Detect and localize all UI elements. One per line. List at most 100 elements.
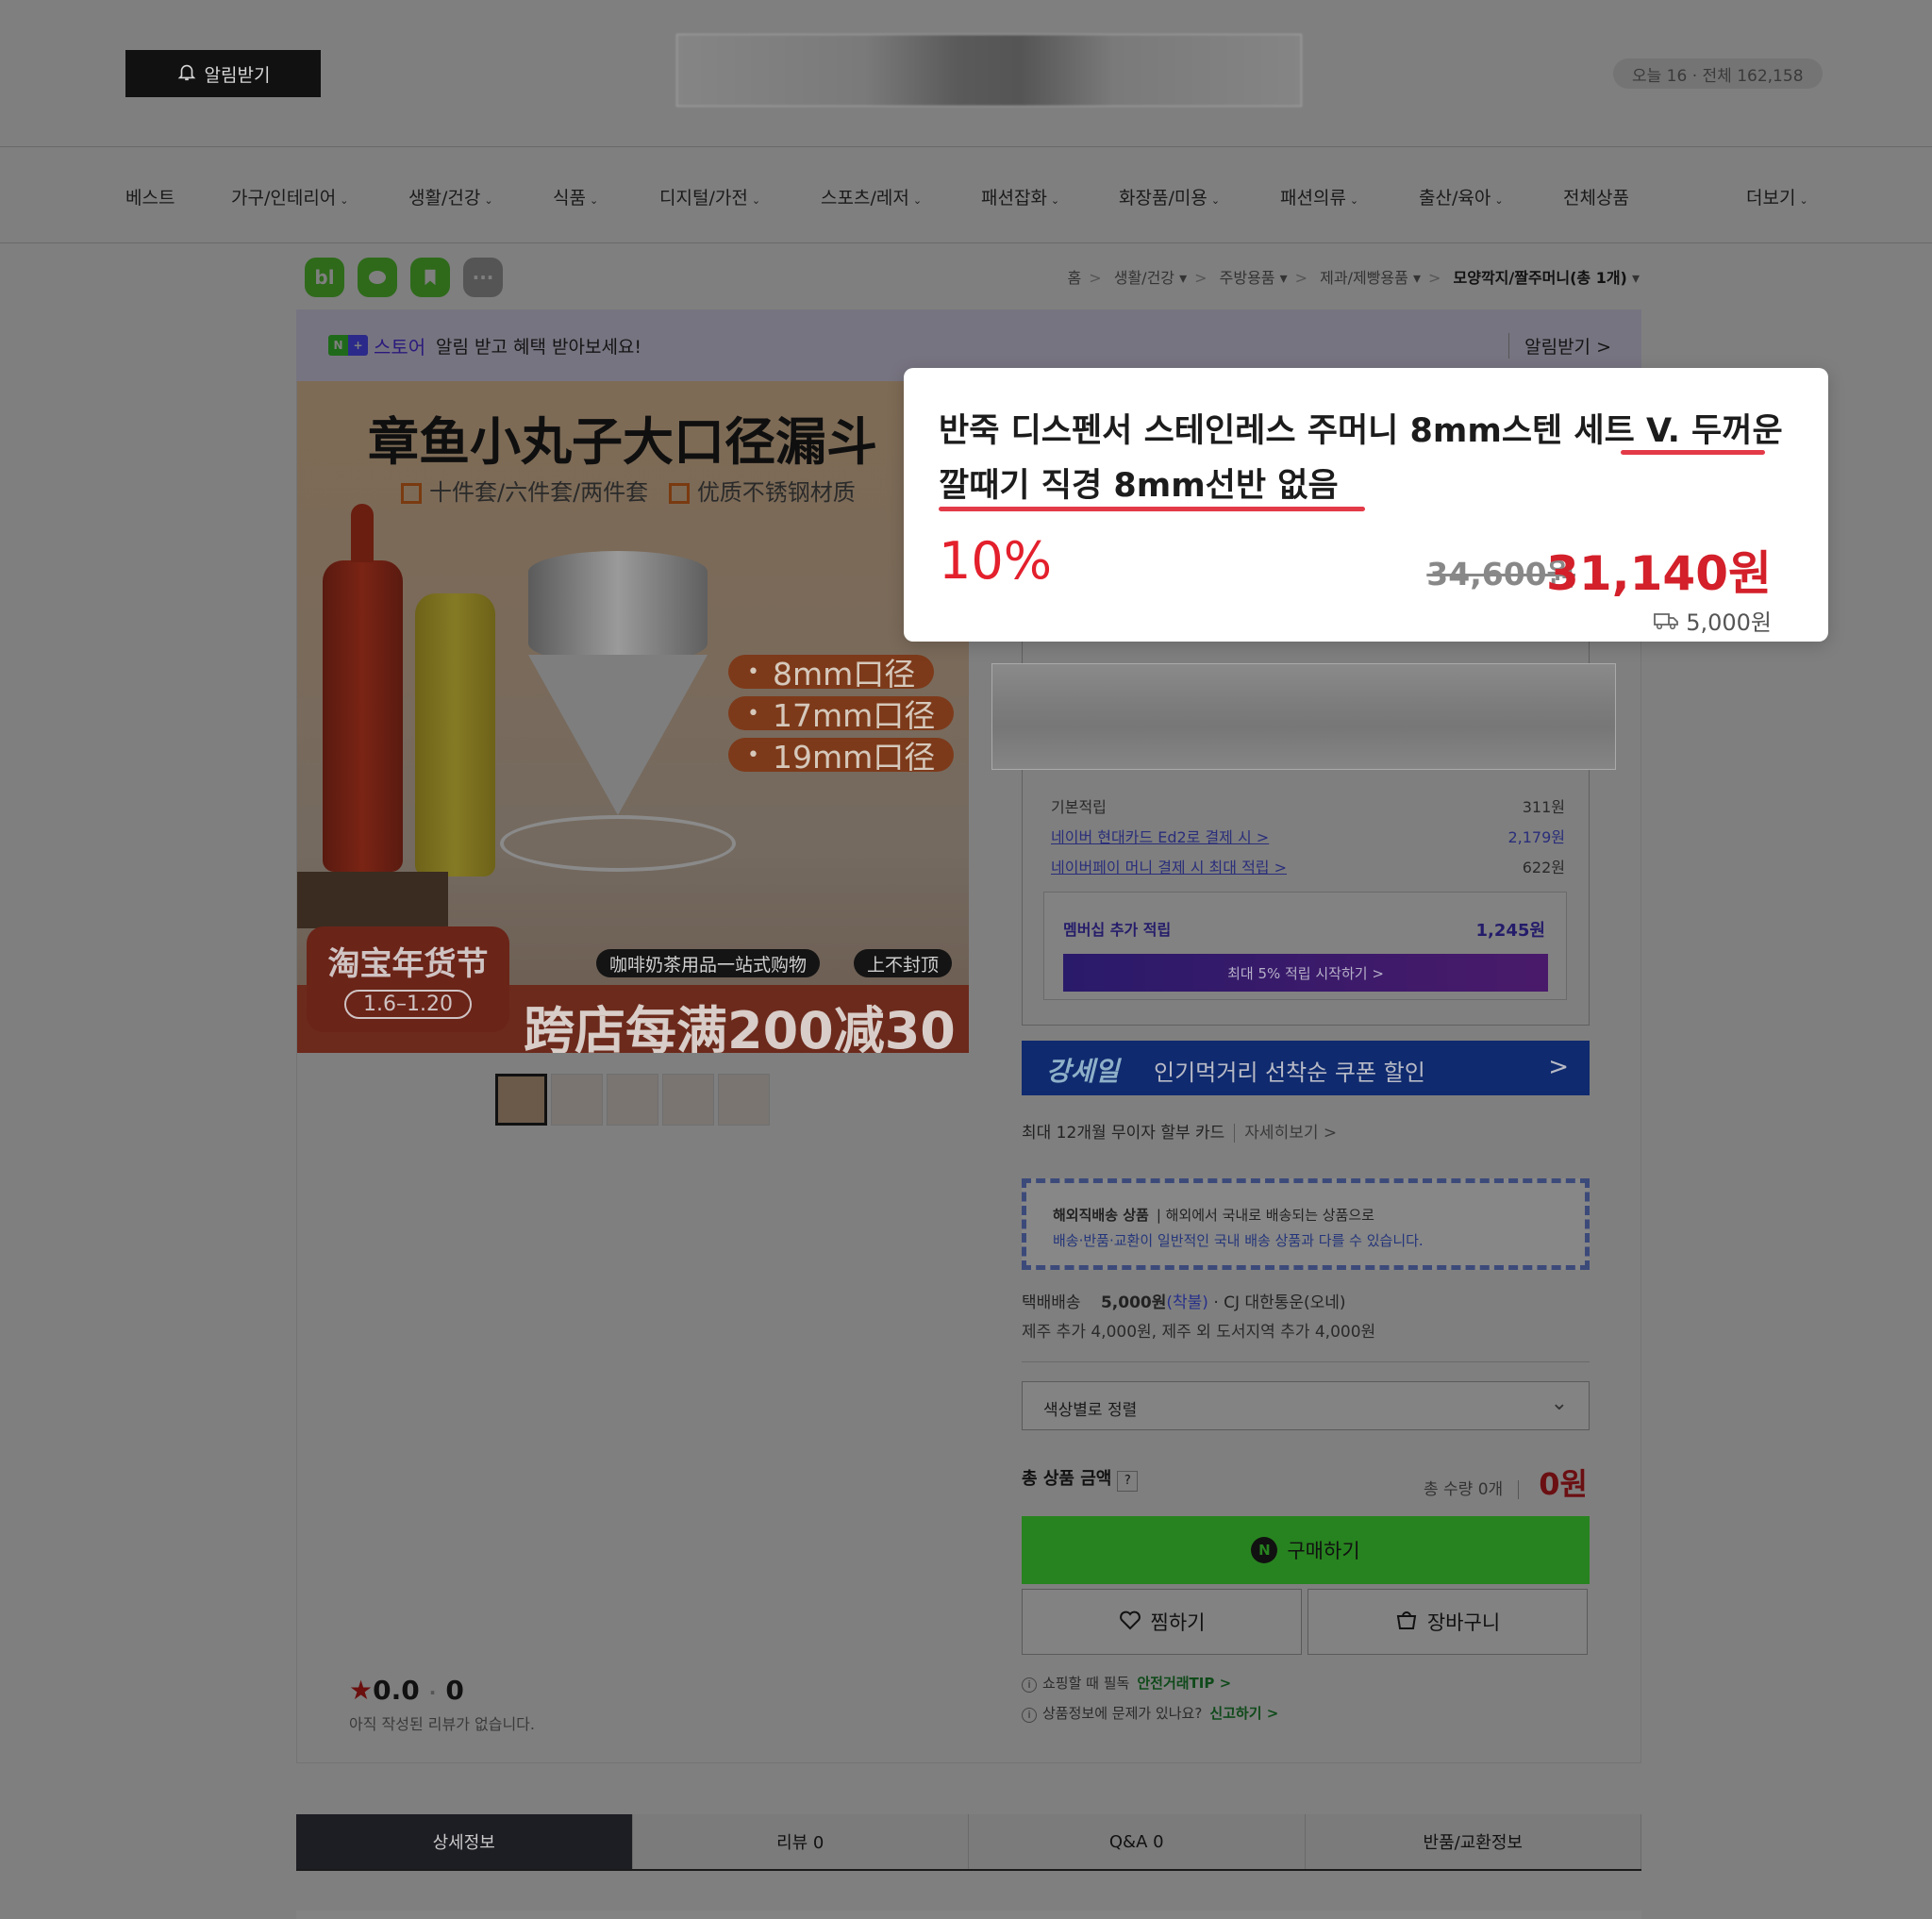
shop-badge: 咖啡奶茶用品一站式购物 xyxy=(596,949,821,977)
chevron-down-icon: ⌄ xyxy=(589,194,599,207)
product-title: 반죽 디스펜서 스테인레스 주머니 8mm스텐 세트 V. 두꺼운 깔때기 직경… xyxy=(939,412,1783,505)
report-link[interactable]: 신고하기 > xyxy=(1209,1705,1278,1722)
product-main-image[interactable]: 章鱼小丸子大口径漏斗 十件套/六件套/两件套 优质不锈钢材质 8mm口径 17m… xyxy=(297,381,969,1053)
installment-details-link[interactable]: 자세히보기 > xyxy=(1234,1124,1338,1143)
membership-box: 멤버십 추가 적립 1,245원 최대 5% 적립 시작하기 > xyxy=(1043,892,1567,1000)
breadcrumb: 홈 > 생활/건강 ▾ > 주방용품 ▾ > 제과/제빵용품 ▾ > 모양깍지/짤주머니… xyxy=(1067,269,1641,287)
sale-price: 31,140원 xyxy=(1546,546,1772,601)
safe-trade-link[interactable]: 안전거래TIP > xyxy=(1137,1675,1231,1692)
tab-returns[interactable]: 반품/교환정보 xyxy=(1306,1814,1641,1869)
breadcrumb-kitchen[interactable]: 주방용품 xyxy=(1220,269,1275,287)
discount-rate: 10% xyxy=(939,531,1053,591)
nav-item-more[interactable]: 더보기 ⌄ xyxy=(1746,184,1808,209)
wish-button[interactable]: 찜하기 xyxy=(1022,1589,1302,1655)
total-label: 총 상품 금액? xyxy=(1022,1465,1139,1492)
benefit-row-card[interactable]: 네이버 현대카드 Ed2로 결제 시 >2,179원 xyxy=(1051,825,1565,847)
naver-plus-badge: N + xyxy=(328,335,368,356)
total-amount: 0원 xyxy=(1539,1466,1588,1502)
breadcrumb-living[interactable]: 생활/건강 xyxy=(1114,269,1174,287)
installment-info: 최대 12개월 무이자 할부 카드 자세히보기 > xyxy=(1022,1124,1338,1143)
rating-summary[interactable]: ★0.0 · 0 xyxy=(349,1675,464,1706)
review-count: 0 xyxy=(445,1675,464,1706)
buy-button[interactable]: N 구매하기 xyxy=(1022,1516,1590,1584)
nav-item-living[interactable]: 생활/건강 ⌄ xyxy=(408,184,493,209)
thumbnail[interactable] xyxy=(662,1074,714,1126)
thumbnail[interactable] xyxy=(607,1074,658,1126)
site-header: 알림받기 오늘 16 · 전체 162,158 xyxy=(0,0,1932,147)
membership-value: 1,245원 xyxy=(1475,921,1546,941)
chevron-down-icon: ⌄ xyxy=(1799,194,1808,207)
star-icon: ★ xyxy=(349,1675,374,1706)
nav-item-digital[interactable]: 디지털/가전 ⌄ xyxy=(659,184,760,209)
coupon-banner[interactable]: 강세일 인기먹거리 선착순 쿠폰 할인 > xyxy=(1022,1041,1590,1095)
help-icon[interactable]: ? xyxy=(1117,1471,1139,1492)
overseas-shipping-notice: 해외직배송 상품 | 해외에서 국내로 배송되는 상품으로 배송·반품·교환이 일… xyxy=(1022,1178,1590,1270)
option-select[interactable]: 색상별로 정렬 ⌄ xyxy=(1022,1381,1590,1430)
shipping-fee: 5,000원 xyxy=(1653,604,1772,637)
report-tip: i 상품정보에 문제가 있나요? 신고하기 > xyxy=(1022,1703,1278,1723)
benefit-row: 기본적립 311원 xyxy=(1051,798,1565,816)
tab-qna[interactable]: Q&A 0 xyxy=(969,1814,1306,1869)
nav-item-food[interactable]: 식품 ⌄ xyxy=(553,184,598,209)
total-count: 총 수량 0개 xyxy=(1424,1480,1520,1499)
breadcrumb-baking[interactable]: 제과/제빵용품 xyxy=(1320,269,1408,287)
alert-subscribe-link[interactable]: 알림받기 > xyxy=(1508,333,1611,359)
product-summary-card: 반죽 디스펜서 스테인레스 주머니 8mm스텐 세트 V. 두꺼운 깔때기 직경… xyxy=(904,368,1828,642)
blog-icon[interactable]: bl xyxy=(305,258,344,297)
thumbnail[interactable] xyxy=(551,1074,603,1126)
membership-label: 멤버십 추가 적립 xyxy=(1063,921,1172,939)
divider xyxy=(1022,1361,1590,1362)
store-label: 스토어 xyxy=(374,336,426,359)
cart-button[interactable]: 장바구니 xyxy=(1307,1589,1588,1655)
chevron-down-icon: ⌄ xyxy=(912,194,923,207)
bookmark-icon[interactable] xyxy=(410,258,450,297)
nav-item-baby[interactable]: 출산/육아 ⌄ xyxy=(1419,184,1504,209)
chevron-down-icon: ⌄ xyxy=(1050,194,1060,207)
thumbnail[interactable] xyxy=(495,1074,547,1126)
promo-sticker: 淘宝年货节 1.6–1.20 xyxy=(307,926,509,1032)
share-icons: bl ··· xyxy=(305,258,503,297)
yellow-bottle xyxy=(415,593,495,876)
talk-icon[interactable] xyxy=(358,258,397,297)
store-logo[interactable] xyxy=(676,34,1302,107)
nav-item-accessories[interactable]: 패션잡화 ⌄ xyxy=(981,184,1059,209)
detail-tabs: 상세정보 리뷰 0 Q&A 0 반품/교환정보 xyxy=(296,1814,1641,1871)
notify-label: 알림받기 xyxy=(204,64,271,86)
visitor-counter: 오늘 16 · 전체 162,158 xyxy=(1613,58,1823,89)
truck-icon xyxy=(1653,609,1687,636)
no-reviews-text: 아직 작성된 리뷰가 없습니다. xyxy=(349,1715,535,1733)
total-summary: 총 수량 0개 0원 xyxy=(1424,1460,1588,1504)
chevron-down-icon: ⌄ xyxy=(1494,194,1504,207)
benefit-row-pay[interactable]: 네이버페이 머니 결제 시 최대 적립 >622원 xyxy=(1051,855,1565,877)
highlight-underline xyxy=(1621,450,1765,455)
membership-cta-button[interactable]: 최대 5% 적립 시작하기 > xyxy=(1063,954,1548,992)
nav-item-all[interactable]: 전체상품 xyxy=(1563,184,1629,209)
chevron-down-icon: ⌄ xyxy=(1210,194,1221,207)
chevron-down-icon: ⌄ xyxy=(340,194,349,207)
tab-reviews[interactable]: 리뷰 0 xyxy=(633,1814,969,1869)
spec-pill: 8mm口径 xyxy=(728,655,935,693)
breadcrumb-current[interactable]: 모양깍지/짤주머니(총 1개) xyxy=(1454,269,1627,287)
nav-item-beauty[interactable]: 화장품/미용 ⌄ xyxy=(1119,184,1220,209)
delivery-info: 택배배송 5,000원(착불) · CJ 대한통운(오네) xyxy=(1022,1293,1346,1312)
notify-button[interactable]: 알림받기 xyxy=(125,50,321,97)
breadcrumb-home[interactable]: 홈 xyxy=(1068,269,1082,287)
spec-pill: 19mm口径 xyxy=(728,738,955,776)
rating-score: 0.0 xyxy=(373,1675,420,1706)
safe-trade-tip: i 쇼핑할 때 필독 안전거래TIP > xyxy=(1022,1673,1231,1693)
nav-item-best[interactable]: 베스트 xyxy=(125,184,175,209)
nav-item-sports[interactable]: 스포츠/레저 ⌄ xyxy=(821,184,922,209)
more-icon[interactable]: ··· xyxy=(463,258,503,297)
tab-details[interactable]: 상세정보 xyxy=(296,1814,633,1869)
highlight-underline xyxy=(939,507,1365,511)
chevron-right-icon: > xyxy=(1548,1053,1569,1081)
thumbnail[interactable] xyxy=(718,1074,770,1126)
red-bottle xyxy=(323,504,403,872)
blurred-region xyxy=(991,663,1616,770)
nav-item-furniture[interactable]: 가구/인테리어 ⌄ xyxy=(231,184,349,209)
nav-item-clothing[interactable]: 패션의류 ⌄ xyxy=(1280,184,1358,209)
alert-message: 알림 받고 혜택 받아보세요! xyxy=(436,337,642,358)
spec-pill: 17mm口径 xyxy=(728,696,955,734)
product-page: 알림받기 오늘 16 · 전체 162,158 베스트 가구/인테리어 ⌄ 생활/… xyxy=(0,0,1932,1919)
cart-icon xyxy=(1395,1610,1418,1635)
